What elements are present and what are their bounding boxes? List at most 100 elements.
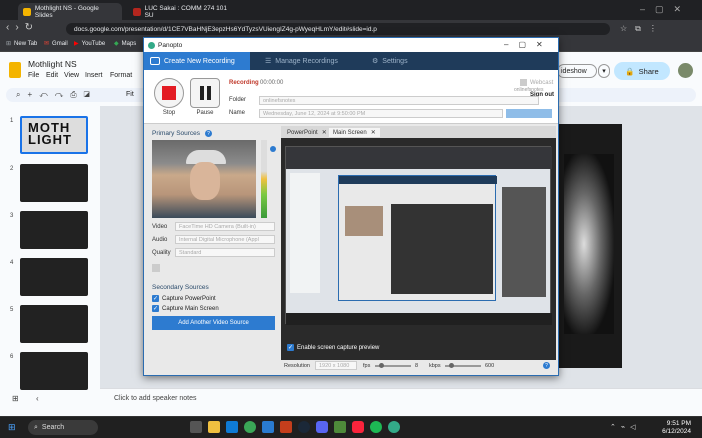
bookmark-new-tab[interactable]: ⊞ New Tab xyxy=(6,40,37,48)
kbps-slider-handle[interactable] xyxy=(449,363,454,368)
tab-slides[interactable]: Mothlight NS - Google Slides xyxy=(18,3,122,20)
join-session-button[interactable] xyxy=(506,109,552,118)
spotify-icon[interactable] xyxy=(370,421,382,433)
tab-manage-recordings[interactable]: ☰ Manage Recordings xyxy=(259,52,344,70)
capture-main-screen-checkbox[interactable]: ✓ Capture Main Screen xyxy=(152,305,219,312)
zoom-fit[interactable]: Fit xyxy=(126,91,134,98)
bookmark-maps[interactable]: ◆ Maps xyxy=(114,40,137,48)
steam-icon[interactable] xyxy=(298,421,310,433)
thumb-slide-3[interactable] xyxy=(20,211,88,249)
webcast-label: Webcast xyxy=(530,80,554,86)
nav-arrows-icon[interactable]: ‹›↻ xyxy=(6,22,39,33)
tab-sakai[interactable]: LUC Sakai : COMM 274 101 SU xyxy=(128,3,238,20)
thumb-slide-1[interactable]: MOTH LIGHT xyxy=(20,116,88,154)
button-label: Add Another Video Source xyxy=(178,320,249,326)
menu-edit[interactable]: Edit xyxy=(46,72,58,79)
taskbar-search[interactable]: ⌕ Search xyxy=(28,420,98,435)
bookmark-youtube[interactable]: ▶ YouTube xyxy=(74,40,105,48)
panopto-logo-icon xyxy=(148,41,155,49)
grid-view-icon[interactable]: ⊞ xyxy=(12,394,19,403)
checkbox-label: Enable screen capture preview xyxy=(297,344,380,351)
webcast-checkbox[interactable] xyxy=(520,79,527,86)
thumb-slide-5[interactable] xyxy=(20,305,88,343)
thumb-number: 4 xyxy=(10,260,14,266)
tab-label: Settings xyxy=(382,57,408,65)
enable-preview-checkbox[interactable]: ✓ Enable screen capture preview xyxy=(287,344,379,351)
search-icon: ⌕ xyxy=(34,423,38,431)
fps-slider-handle[interactable] xyxy=(379,363,384,368)
thumb-slide-6[interactable] xyxy=(20,352,88,390)
speaker-notes[interactable]: Click to add speaker notes xyxy=(100,388,702,408)
avatar[interactable] xyxy=(678,63,693,78)
taskbar: ⊞ ⌕ Search ⌃⌁◁ 9:51 PM 6/12/2024 xyxy=(0,416,702,438)
add-video-source-button[interactable]: Add Another Video Source xyxy=(152,316,275,330)
panopto-titlebar: Panopto –▢✕ xyxy=(144,38,558,52)
slideshow-label: ideshow xyxy=(561,67,587,75)
toolbar-icons[interactable]: ⌕+↶↷⎙◪ xyxy=(16,90,97,100)
panopto-window-controls[interactable]: –▢✕ xyxy=(504,40,553,49)
resolution-label: Resolution xyxy=(284,363,310,369)
tray-icons[interactable]: ⌃⌁◁ xyxy=(610,423,640,431)
menu-format[interactable]: Format xyxy=(110,72,132,79)
menu-view[interactable]: View xyxy=(64,72,79,79)
tab-settings[interactable]: ⚙ Settings xyxy=(366,52,414,70)
slideshow-button[interactable]: ideshow xyxy=(557,64,597,78)
preview-webcam xyxy=(345,206,383,236)
folder-select[interactable]: onlinefsnotes xyxy=(259,96,539,105)
close-icon[interactable]: ✕ xyxy=(322,129,327,136)
minecraft-icon[interactable] xyxy=(334,421,346,433)
thumb-slide-2[interactable] xyxy=(20,164,88,202)
office-icon[interactable] xyxy=(280,421,292,433)
camera-icon xyxy=(150,57,160,65)
thumb-slide-4[interactable] xyxy=(20,258,88,296)
windows-start-icon[interactable]: ⊞ xyxy=(8,422,16,433)
tab-powerpoint[interactable]: PowerPoint ✕ xyxy=(283,128,331,137)
doc-title[interactable]: Mothlight NS xyxy=(28,59,77,69)
menu-file[interactable]: File xyxy=(28,72,39,79)
audio-slider-handle[interactable] xyxy=(270,146,276,152)
chevron-down-icon[interactable]: ▾ xyxy=(598,64,610,78)
extension-icons[interactable]: ☆⧉⋮ xyxy=(620,24,665,34)
url-input[interactable]: docs.google.com/presentation/d/1CE7VBaHN… xyxy=(66,23,610,35)
panopto-taskbar-icon[interactable] xyxy=(388,421,400,433)
preview-taskbar xyxy=(286,313,552,325)
chevron-left-icon[interactable]: ‹ xyxy=(36,394,39,403)
video-select[interactable]: FaceTime HD Camera (Built-in) xyxy=(175,222,275,231)
name-input[interactable]: Wednesday, June 12, 2024 at 9:50:00 PM xyxy=(259,109,503,118)
tab-create-new-recording[interactable]: Create New Recording xyxy=(144,52,250,70)
music-icon[interactable] xyxy=(352,421,364,433)
pause-button[interactable] xyxy=(190,78,220,108)
help-icon[interactable]: ? xyxy=(205,130,212,137)
audio-select[interactable]: Internal Digital Microphone (Appl xyxy=(175,235,275,244)
help-icon[interactable]: ? xyxy=(543,362,550,369)
window-controls[interactable]: –▢✕ xyxy=(640,4,691,15)
store-icon[interactable] xyxy=(262,421,274,433)
checkbox-label: Capture PowerPoint xyxy=(162,295,216,302)
chrome-icon[interactable] xyxy=(244,421,256,433)
edge-icon[interactable] xyxy=(226,421,238,433)
share-button[interactable]: 🔒 Share xyxy=(614,62,670,80)
capture-powerpoint-checkbox[interactable]: ✓ Capture PowerPoint xyxy=(152,295,216,302)
checkmark-icon: ✓ xyxy=(152,295,159,302)
resolution-select[interactable]: 1920 x 1080 xyxy=(315,361,357,370)
checkmark-icon: ✓ xyxy=(152,305,159,312)
tab-label: Manage Recordings xyxy=(275,57,338,65)
current-slide-image[interactable] xyxy=(556,124,622,368)
bookmark-label: Gmail xyxy=(52,40,68,47)
slide-art xyxy=(564,154,614,334)
close-icon[interactable]: ✕ xyxy=(371,129,376,136)
taskview-icon[interactable] xyxy=(190,421,202,433)
thumb-number: 6 xyxy=(10,354,14,360)
tab-main-screen[interactable]: Main Screen ✕ xyxy=(329,128,380,137)
quality-select[interactable]: Standard xyxy=(175,248,275,257)
stop-button[interactable] xyxy=(154,78,184,108)
bookmark-label: Maps xyxy=(121,40,137,47)
bookmark-gmail[interactable]: ✉ Gmail xyxy=(44,40,68,48)
discord-icon[interactable] xyxy=(316,421,328,433)
file-explorer-icon[interactable] xyxy=(208,421,220,433)
screen-capture-panel: PowerPoint ✕ Main Screen ✕ ✓ Enable screen … xyxy=(281,126,556,372)
youtube-icon: ▶ xyxy=(74,41,79,47)
folder-value: onlinefsnotes xyxy=(263,97,296,104)
disabled-checkbox[interactable] xyxy=(152,264,160,272)
menu-insert[interactable]: Insert xyxy=(85,72,103,79)
